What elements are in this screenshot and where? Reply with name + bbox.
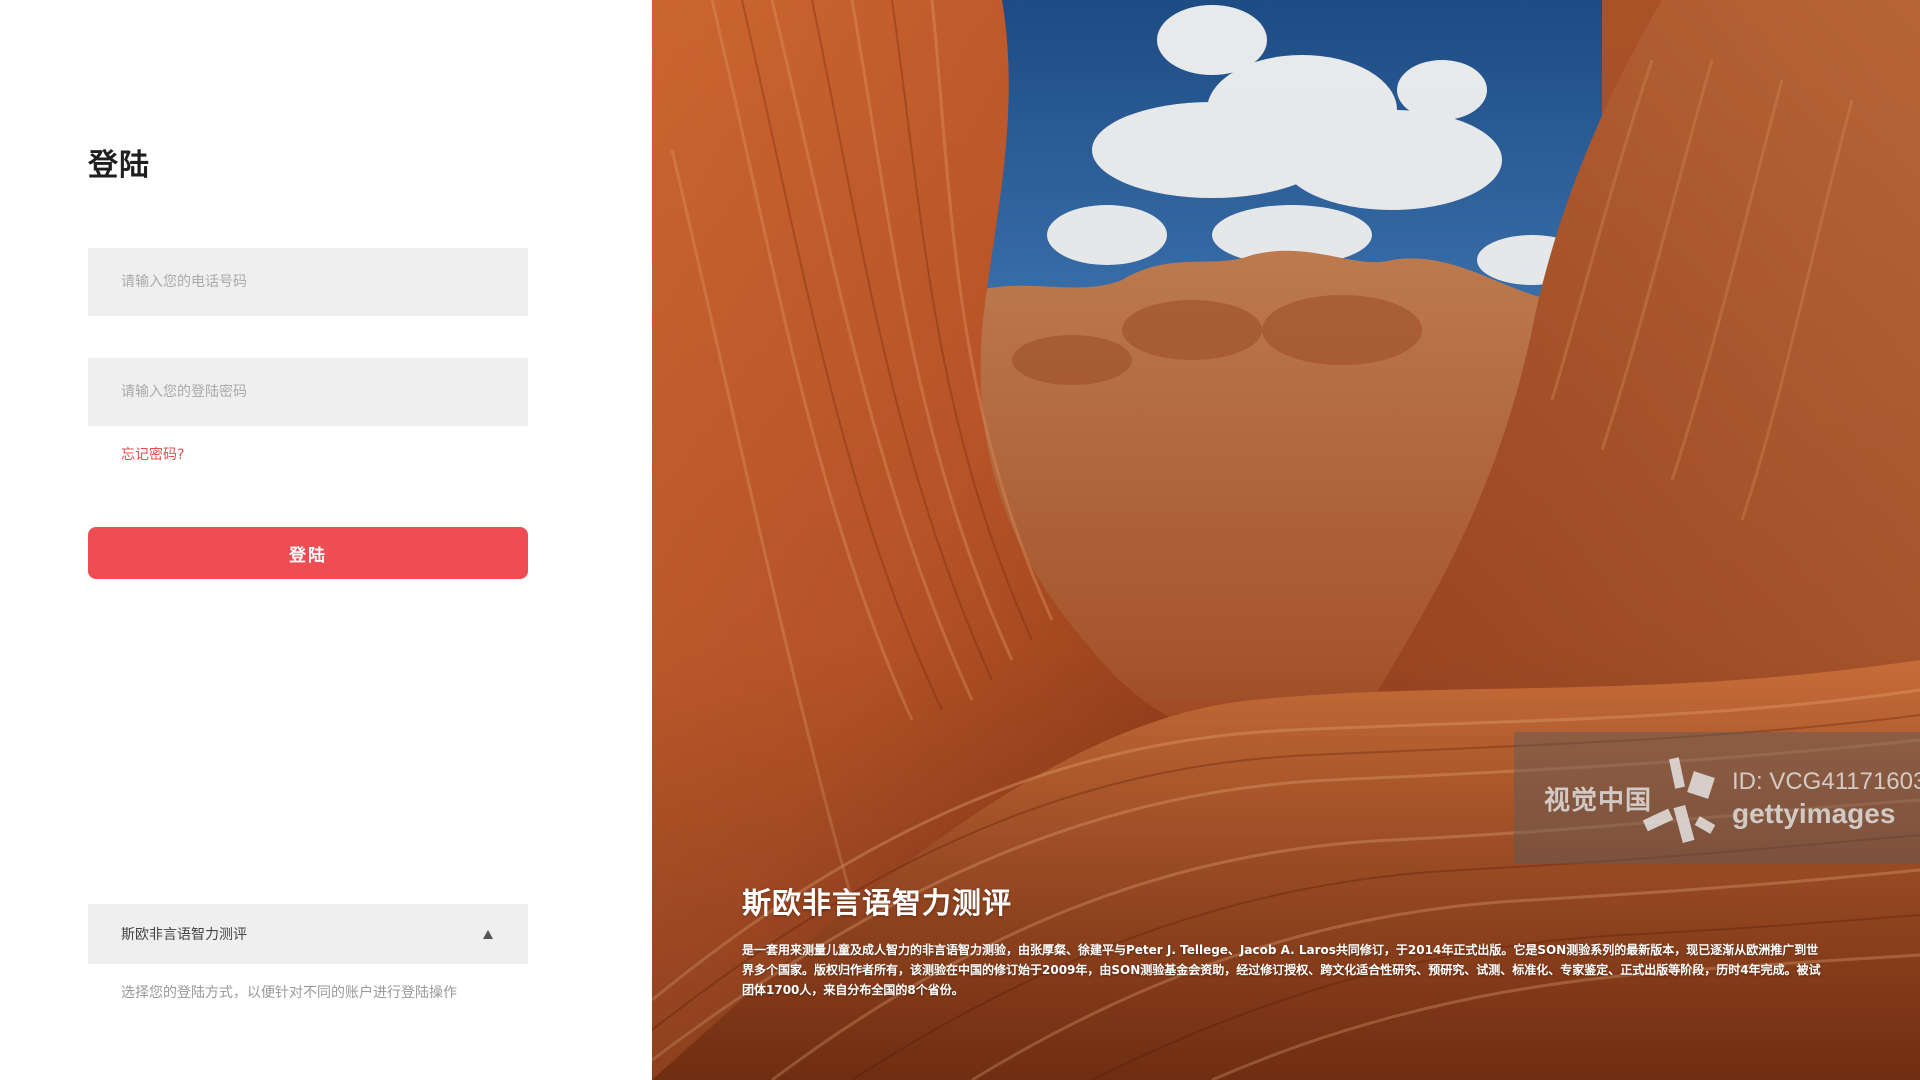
watermark-logo-icon — [1642, 757, 1716, 843]
caret-up-icon — [483, 929, 493, 939]
watermark-brand-en: gettyimages — [1732, 798, 1896, 829]
password-input[interactable] — [88, 358, 528, 426]
login-page: 登陆 忘记密码? 登陆 斯欧非言语智力测评 选择您的登陆方式，以便针对不同的账户… — [0, 0, 1920, 1080]
phone-input[interactable] — [88, 248, 528, 316]
hero-panel: 视觉中国 ID: VCG41171603 gettyimages 斯欧非言语智力… — [652, 0, 1920, 1080]
login-method-selected: 斯欧非言语智力测评 — [121, 927, 247, 943]
login-method-hint: 选择您的登陆方式，以便针对不同的账户进行登陆操作 — [121, 985, 457, 1001]
image-watermark: 视觉中国 ID: VCG41171603 gettyimages — [1514, 732, 1920, 864]
login-panel: 登陆 忘记密码? 登陆 斯欧非言语智力测评 选择您的登陆方式，以便针对不同的账户… — [0, 0, 652, 1080]
hero-description: 是一套用来测量儿童及成人智力的非言语智力测验，由张厚粲、徐建平与Peter J.… — [742, 943, 1821, 997]
page-title: 登陆 — [88, 148, 150, 183]
login-button[interactable]: 登陆 — [88, 527, 528, 579]
watermark-id: ID: VCG41171603 — [1732, 768, 1920, 795]
hero-title: 斯欧非言语智力测评 — [742, 886, 1013, 920]
login-method-select[interactable]: 斯欧非言语智力测评 — [88, 904, 528, 964]
forgot-password-link[interactable]: 忘记密码? — [121, 444, 184, 464]
